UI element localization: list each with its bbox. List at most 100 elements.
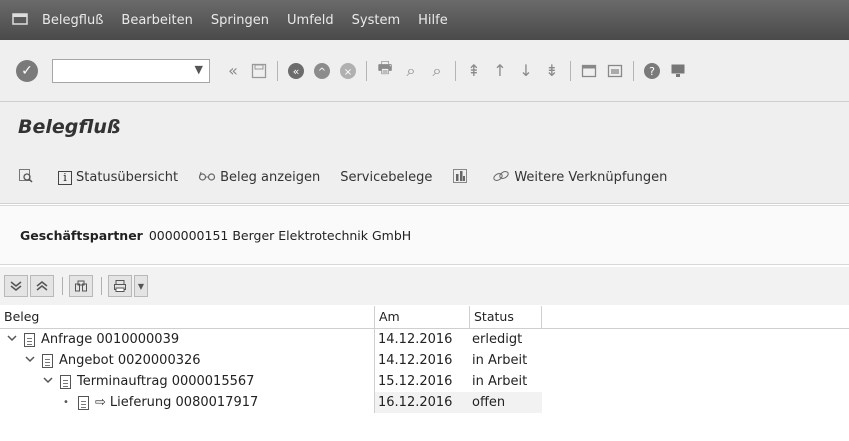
application-toolbar: i Statusübersicht Beleg anzeigen Service…: [0, 152, 849, 204]
menu-bearbeiten[interactable]: Bearbeiten: [121, 13, 192, 28]
document-icon: [60, 374, 71, 389]
tree-node-label: Anfrage 0010000039: [41, 332, 180, 347]
menu-belegfluss[interactable]: Belegfluß: [42, 13, 103, 28]
chevron-down-icon[interactable]: ▼: [195, 63, 203, 76]
tree-node-label: Lieferung 0080017917: [109, 395, 259, 410]
service-documents-label: Servicebelege: [340, 170, 433, 185]
tree-node[interactable]: Angebot 0020000326: [0, 350, 375, 371]
standard-toolbar: ✓ ▼ « « ^ × 🖶 ⌕ ⌕ ⇞ ↑ ↓ ⇟ ?: [0, 40, 849, 102]
title-bar: Belegfluß: [0, 102, 849, 152]
tree-node[interactable]: Terminauftrag 0000015567: [0, 371, 375, 392]
expand-all-icon[interactable]: [4, 275, 28, 297]
menu-hilfe[interactable]: Hilfe: [418, 13, 448, 28]
menu-umfeld[interactable]: Umfeld: [287, 13, 334, 28]
menu-logo-icon[interactable]: [12, 12, 34, 28]
svg-text:×: ×: [344, 67, 352, 78]
collapse-all-icon[interactable]: [30, 275, 54, 297]
toolbar-separator: [570, 60, 571, 81]
tree-cell-status: offen: [470, 392, 542, 413]
tree-toolbar-separator: [101, 277, 102, 295]
nav-back-icon[interactable]: «: [285, 60, 307, 82]
column-header-am[interactable]: Am: [375, 306, 470, 328]
toolbar-separator: [277, 60, 278, 81]
last-page-icon[interactable]: ⇟: [541, 60, 563, 82]
menu-system[interactable]: System: [352, 13, 400, 28]
first-page-icon[interactable]: ⇞: [463, 60, 485, 82]
tree-toolbar-separator: [62, 277, 63, 295]
tree-cell-status: erledigt: [472, 332, 523, 347]
info-icon: i: [58, 170, 72, 185]
exit-icon[interactable]: ^: [311, 60, 333, 82]
leaf-bullet-icon: •: [63, 397, 69, 408]
more-links-label: Weitere Verknüpfungen: [514, 170, 668, 185]
toolbar-separator: [633, 60, 634, 81]
find-next-icon[interactable]: ⌕: [426, 60, 448, 82]
column-header-empty: [542, 306, 849, 328]
status-overview-button[interactable]: i Statusübersicht: [58, 170, 178, 185]
svg-text:?: ?: [649, 65, 655, 78]
next-page-icon[interactable]: ↓: [515, 60, 537, 82]
display-object-button[interactable]: [18, 168, 38, 188]
layout-icon[interactable]: [667, 60, 689, 82]
document-icon: [78, 395, 89, 410]
chevron-down-icon[interactable]: [6, 334, 18, 345]
page-title: Belegfluß: [18, 116, 121, 138]
toolbar-separator: [455, 60, 456, 81]
print-icon[interactable]: 🖶: [374, 58, 396, 82]
help-icon[interactable]: ?: [641, 60, 663, 82]
column-header-beleg[interactable]: Beleg: [0, 306, 375, 328]
command-field[interactable]: ▼: [52, 58, 210, 83]
print-icon[interactable]: [108, 275, 132, 297]
prev-page-icon[interactable]: ↑: [489, 60, 511, 82]
document-icon: [24, 332, 35, 347]
arrow-right-icon: ⇨: [95, 395, 106, 410]
svg-text:^: ^: [318, 67, 326, 78]
chevron-down-icon[interactable]: [24, 355, 36, 366]
find-icon[interactable]: [69, 275, 93, 297]
tree-cell-date: 15.12.2016: [378, 374, 453, 389]
glasses-icon: [198, 170, 216, 186]
svg-text:«: «: [293, 65, 300, 78]
chevron-down-icon[interactable]: [42, 376, 54, 387]
cancel-icon[interactable]: ×: [337, 60, 359, 82]
link-icon: [492, 169, 510, 187]
tree-cell-date: 14.12.2016: [378, 353, 453, 368]
business-partner-panel: Geschäftspartner 0000000151 Berger Elekt…: [0, 205, 849, 265]
tree-node[interactable]: • ⇨ Lieferung 0080017917: [0, 392, 375, 413]
show-document-button[interactable]: Beleg anzeigen: [198, 170, 320, 186]
chart-button[interactable]: [452, 168, 472, 188]
tree-node-label: Terminauftrag 0000015567: [77, 374, 255, 389]
toolbar-separator: [366, 60, 367, 81]
tree-row[interactable]: Terminauftrag 0000015567 15.12.2016 in A…: [0, 371, 849, 392]
magnifier-doc-icon: [18, 168, 34, 188]
tree-cell-date: 14.12.2016: [378, 332, 453, 347]
command-input[interactable]: [53, 59, 183, 82]
create-session-icon[interactable]: [578, 60, 600, 82]
tree-row[interactable]: Angebot 0020000326 14.12.2016 in Arbeit: [0, 350, 849, 371]
shortcut-icon[interactable]: [604, 60, 626, 82]
back-icon[interactable]: «: [222, 60, 244, 82]
status-overview-label: Statusübersicht: [76, 170, 179, 185]
chart-icon: [452, 168, 468, 188]
tree-cell-status: in Arbeit: [472, 353, 528, 368]
show-document-label: Beleg anzeigen: [220, 170, 321, 185]
menu-bar: Belegfluß Bearbeiten Springen Umfeld Sys…: [0, 0, 849, 40]
tree-toolbar: ▼: [0, 267, 849, 305]
more-links-button[interactable]: Weitere Verknüpfungen: [492, 169, 667, 187]
business-partner-value: 0000000151 Berger Elektrotechnik GmbH: [148, 227, 412, 243]
tree-node[interactable]: Anfrage 0010000039: [0, 329, 375, 350]
check-icon[interactable]: ✓: [16, 59, 38, 82]
tree-header: Beleg Am Status: [0, 306, 849, 329]
tree-row[interactable]: • ⇨ Lieferung 0080017917 16.12.2016 offe…: [0, 392, 849, 413]
business-partner-label: Geschäftspartner: [20, 227, 143, 243]
tree-row[interactable]: Anfrage 0010000039 14.12.2016 erledigt: [0, 329, 849, 350]
find-icon[interactable]: ⌕: [400, 60, 422, 82]
service-documents-button[interactable]: Servicebelege: [340, 170, 432, 185]
menu-springen[interactable]: Springen: [211, 13, 269, 28]
document-icon: [42, 353, 53, 368]
save-icon[interactable]: [248, 60, 270, 82]
tree-cell-date: 16.12.2016: [375, 392, 470, 413]
column-header-status[interactable]: Status: [470, 306, 542, 328]
print-dropdown-icon[interactable]: ▼: [134, 275, 148, 297]
document-flow-tree: Beleg Am Status Anfrage 0010000039 14.12…: [0, 306, 849, 441]
